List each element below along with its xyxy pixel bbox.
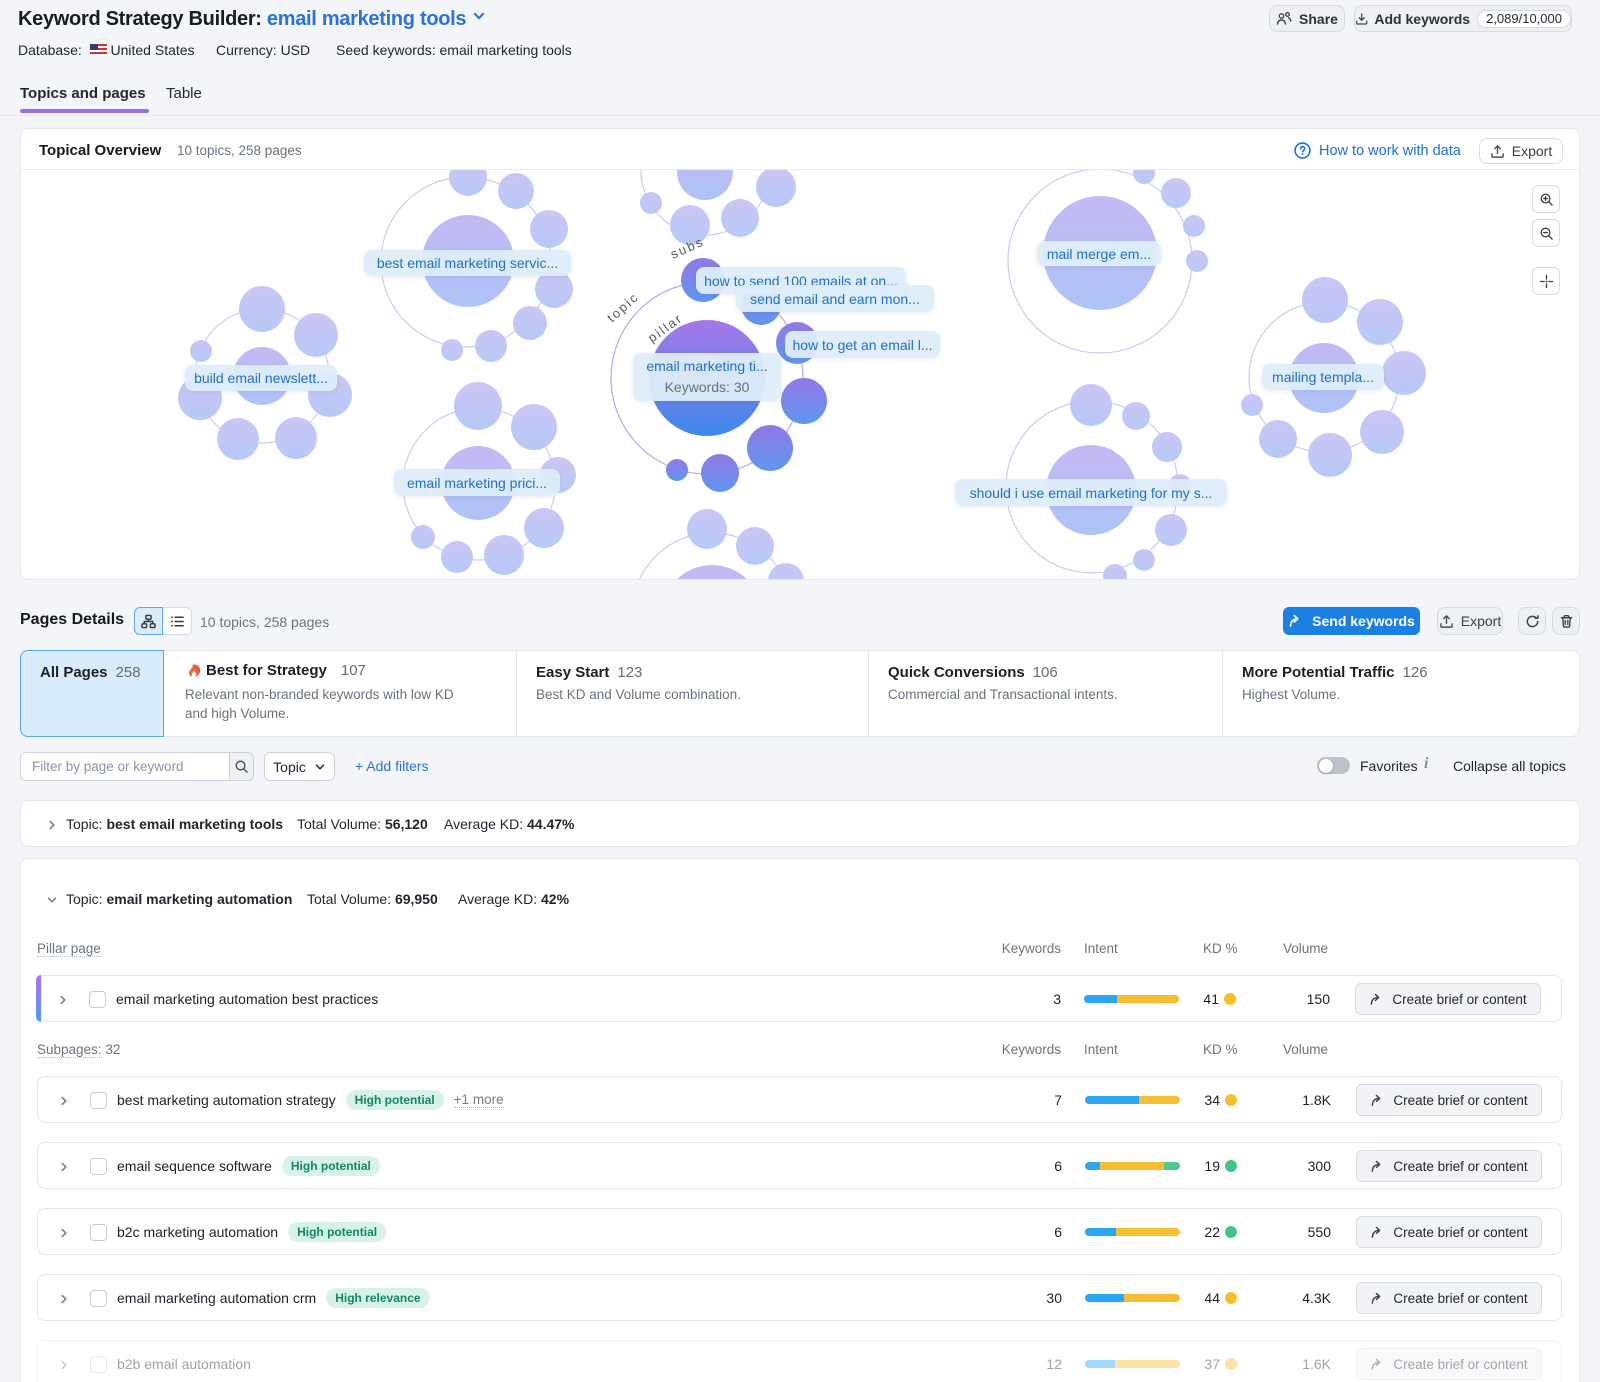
svg-text:topic: topic bbox=[604, 289, 642, 325]
